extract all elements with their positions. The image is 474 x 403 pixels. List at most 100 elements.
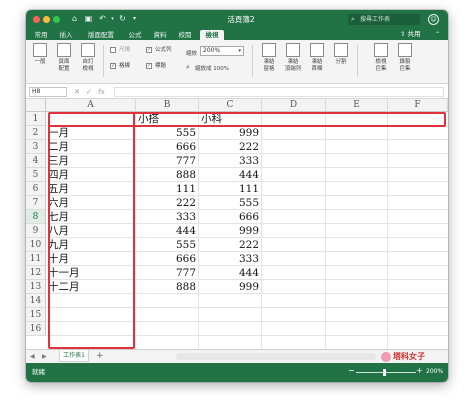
cell-b9[interactable]: 444 <box>136 224 196 238</box>
cell-b12[interactable]: 777 <box>136 266 196 280</box>
save-icon[interactable]: ▣ <box>84 14 93 24</box>
column-a-highlight-box <box>48 112 135 349</box>
name-box[interactable]: H8 <box>29 87 67 97</box>
cell-c8[interactable]: 666 <box>199 210 259 224</box>
cell-c2[interactable]: 999 <box>199 126 259 140</box>
cell-c11[interactable]: 333 <box>199 252 259 266</box>
row-header-7[interactable]: 7 <box>26 196 46 210</box>
tab-insert[interactable]: 插入 <box>56 30 76 40</box>
cell-c10[interactable]: 222 <box>199 238 259 252</box>
cell-c5[interactable]: 444 <box>199 168 259 182</box>
add-sheet-icon[interactable]: + <box>96 350 104 362</box>
cell-c9[interactable]: 999 <box>199 224 259 238</box>
cell-b5[interactable]: 888 <box>136 168 196 182</box>
undo-icon[interactable]: ↶ <box>98 14 107 24</box>
row-header-2[interactable]: 2 <box>26 126 46 140</box>
row-header-11[interactable]: 11 <box>26 252 46 266</box>
formula-bar-checkbox[interactable]: ✓ 公式列 <box>146 46 172 54</box>
tab-review[interactable]: 校閱 <box>175 30 195 40</box>
cell-b4[interactable]: 777 <box>136 154 196 168</box>
column-header-b[interactable]: B <box>136 99 199 112</box>
row-header-3[interactable]: 3 <box>26 140 46 154</box>
cell-b7[interactable]: 222 <box>136 196 196 210</box>
tab-formulas[interactable]: 公式 <box>125 30 145 40</box>
zoom-in-icon[interactable]: + <box>416 366 423 376</box>
function-icon[interactable]: fx <box>98 87 105 97</box>
home-icon[interactable]: ⌂ <box>70 14 79 24</box>
row-header-9[interactable]: 9 <box>26 224 46 238</box>
tab-home[interactable]: 常用 <box>30 30 52 40</box>
custom-views-button[interactable]: 自訂 檢視 <box>77 43 99 79</box>
row-header-15[interactable]: 15 <box>26 308 46 322</box>
normal-view-button[interactable]: 一般 <box>29 43 51 79</box>
worksheet-grid[interactable]: A B C D E F 1 2 3 4 5 6 7 8 9 10 11 12 13 14 15 16 小搭 小科 一月 555 99… <box>26 99 448 349</box>
zoom-out-icon[interactable]: − <box>348 366 355 376</box>
freeze-first-column-button[interactable]: 凍結 首欄 <box>306 43 328 79</box>
share-icon: ⇧ <box>400 30 408 38</box>
zoom-100-button[interactable]: ⌕ 縮放成 100% <box>186 63 229 72</box>
formula-input[interactable] <box>114 87 444 97</box>
column-header-f[interactable]: F <box>388 99 448 112</box>
freeze-top-row-button[interactable]: 凍結 頂端列 <box>282 43 304 79</box>
split-button[interactable]: 分割 <box>330 43 352 79</box>
share-button[interactable]: ⇧ 共用 <box>400 30 428 39</box>
cell-c3[interactable]: 222 <box>199 140 259 154</box>
cell-b2[interactable]: 555 <box>136 126 196 140</box>
cell-b6[interactable]: 111 <box>136 182 196 196</box>
collapse-ribbon-icon[interactable]: ⌃ <box>435 30 440 39</box>
cell-c6[interactable]: 111 <box>199 182 259 196</box>
row-header-4[interactable]: 4 <box>26 154 46 168</box>
cell-b3[interactable]: 666 <box>136 140 196 154</box>
cell-c4[interactable]: 333 <box>199 154 259 168</box>
cancel-icon[interactable]: ✕ <box>74 87 80 97</box>
tab-data[interactable]: 資料 <box>150 30 170 40</box>
column-header-c[interactable]: C <box>199 99 262 112</box>
cell-b11[interactable]: 666 <box>136 252 196 266</box>
row-header-10[interactable]: 10 <box>26 238 46 252</box>
next-sheet-icon[interactable]: ▶ <box>42 351 47 363</box>
zoom-slider[interactable] <box>356 369 416 376</box>
cell-b10[interactable]: 555 <box>136 238 196 252</box>
redo-icon[interactable]: ↻ <box>118 14 127 24</box>
headings-checkbox[interactable]: ✓ 標題 <box>146 62 166 70</box>
record-macro-button[interactable]: 錄製 巨集 <box>394 43 416 79</box>
search-input[interactable]: ⌕ 搜尋工作表 <box>348 14 420 25</box>
page-layout-view-button[interactable]: 頁面 配置 <box>53 43 75 79</box>
row-header-8[interactable]: 8 <box>26 210 46 224</box>
column-header-a[interactable]: A <box>46 99 136 112</box>
horizontal-scrollbar[interactable] <box>176 353 376 360</box>
user-icon[interactable]: ☺ <box>428 14 439 25</box>
cell-b13[interactable]: 888 <box>136 280 196 294</box>
more-commands-icon[interactable]: ▾ <box>130 14 139 24</box>
row-header-13[interactable]: 13 <box>26 280 46 294</box>
column-header-e[interactable]: E <box>326 99 388 112</box>
prev-sheet-icon[interactable]: ◀ <box>30 351 35 363</box>
close-window-button[interactable] <box>33 16 40 23</box>
column-gridline <box>261 112 262 349</box>
select-all-corner[interactable] <box>26 99 46 112</box>
minimize-window-button[interactable] <box>43 16 50 23</box>
tab-page-layout[interactable]: 版面配置 <box>81 30 121 40</box>
cell-c7[interactable]: 555 <box>199 196 259 210</box>
sheet-tab[interactable]: 工作表1 <box>59 350 89 362</box>
gridlines-checkbox[interactable]: ✓ 格線 <box>110 62 130 70</box>
row-header-6[interactable]: 6 <box>26 182 46 196</box>
column-header-d[interactable]: D <box>262 99 326 112</box>
row-header-12[interactable]: 12 <box>26 266 46 280</box>
zoom-slider-handle[interactable] <box>383 369 386 376</box>
row-header-16[interactable]: 16 <box>26 322 46 336</box>
cell-c13[interactable]: 999 <box>199 280 259 294</box>
cell-c12[interactable]: 444 <box>199 266 259 280</box>
zoom-select[interactable]: 200% ▾ <box>200 46 244 56</box>
cell-b8[interactable]: 333 <box>136 210 196 224</box>
row-header-14[interactable]: 14 <box>26 294 46 308</box>
view-macros-button[interactable]: 檢視 巨集 <box>370 43 392 79</box>
maximize-window-button[interactable] <box>53 16 60 23</box>
ruler-checkbox[interactable]: 尺規 <box>110 46 130 54</box>
freeze-panes-button[interactable]: 凍結 窗格 <box>258 43 280 79</box>
undo-dropdown-icon[interactable]: ▾ <box>108 14 117 24</box>
row-header-5[interactable]: 5 <box>26 168 46 182</box>
tab-view[interactable]: 檢視 <box>200 30 224 40</box>
row-header-1[interactable]: 1 <box>26 112 46 126</box>
confirm-icon[interactable]: ✓ <box>86 87 92 97</box>
